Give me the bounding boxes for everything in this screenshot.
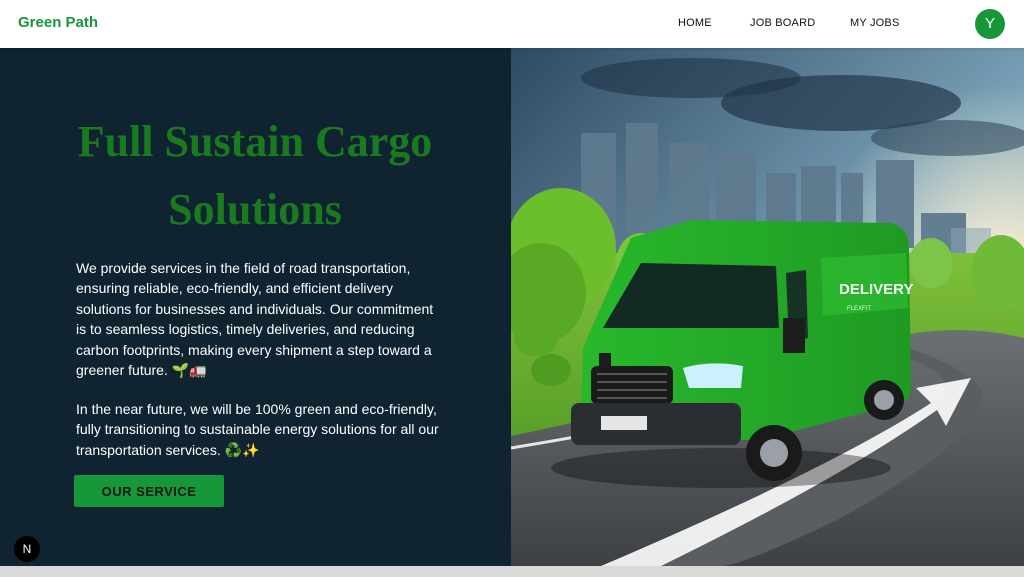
nav-my-jobs[interactable]: MY JOBS (850, 17, 900, 29)
dev-tools-badge[interactable]: N (14, 536, 40, 562)
hero-text-panel: Full Sustain Cargo Solutions We provide … (0, 48, 511, 566)
delivery-van-illustration: DELIVERY FLEXFIT (511, 48, 1024, 566)
nav-home[interactable]: HOME (678, 17, 712, 29)
hero-image: DELIVERY FLEXFIT (511, 48, 1024, 566)
van-delivery-text: DELIVERY (839, 281, 913, 298)
brand-logo[interactable]: Green Path (18, 14, 98, 31)
user-avatar[interactable]: Y (975, 9, 1005, 39)
our-service-button[interactable]: OUR SERVICE (74, 475, 224, 507)
hero-future-note: In the near future, we will be 100% gree… (76, 401, 439, 458)
page-bottom-edge (0, 566, 1024, 577)
van-subtext: FLEXFIT (847, 306, 871, 312)
hero-title: Full Sustain Cargo Solutions (77, 117, 433, 234)
nav-job-board[interactable]: JOB BOARD (750, 17, 815, 29)
hero-description: We provide services in the field of road… (76, 260, 434, 379)
navbar: Green Path HOME JOB BOARD MY JOBS Y (0, 0, 1024, 48)
